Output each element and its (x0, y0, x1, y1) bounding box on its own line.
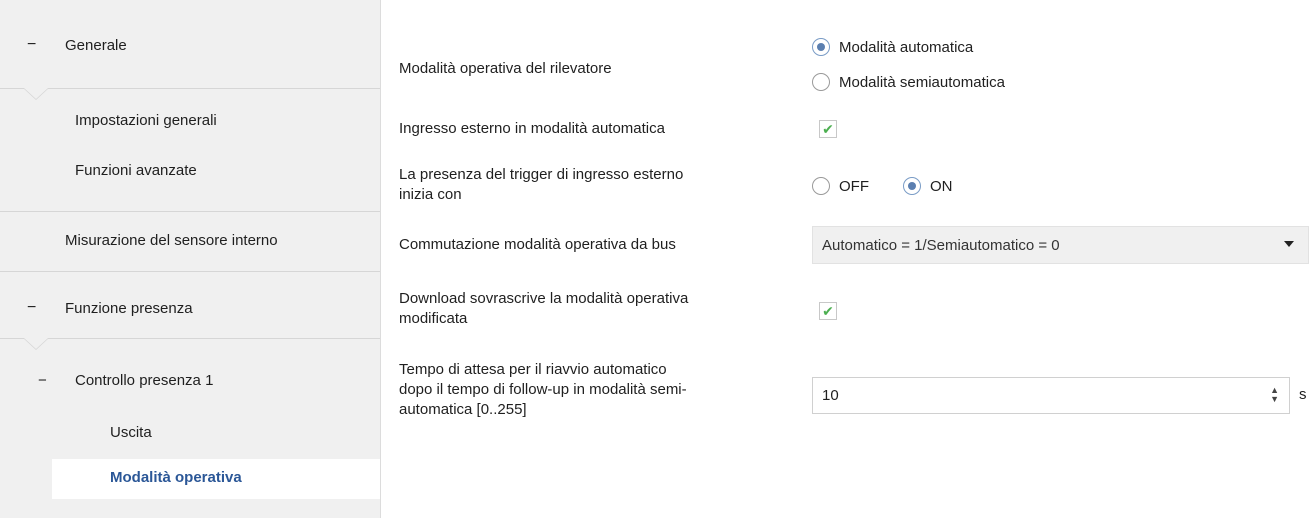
sidebar-item-label: Impostazioni generali (75, 112, 217, 129)
spinner-icon[interactable]: ▲ ▼ (1270, 386, 1279, 404)
unit-label: s (1299, 386, 1307, 403)
label-line: Tempo di attesa per il riavvio automatic… (399, 361, 667, 378)
sidebar-group-funzione-presenza[interactable]: − Funzione presenza (0, 288, 380, 328)
radio-selected-icon[interactable] (903, 177, 921, 195)
sidebar-item-label: Misurazione del sensore interno (65, 232, 278, 249)
commutazione-dropdown[interactable]: Automatico = 1/Semiautomatico = 0 (812, 226, 1309, 264)
label-line: La presenza del trigger di ingresso este… (399, 166, 684, 183)
radio-label: Modalità automatica (839, 38, 974, 56)
radio-selected-icon[interactable] (812, 38, 830, 56)
radio-off[interactable]: OFF (812, 177, 869, 195)
tree-notch (24, 338, 48, 349)
checkmark-icon: ✔ (822, 302, 834, 319)
param-label-trigger: La presenza del trigger di ingresso este… (399, 165, 683, 205)
sidebar-item-modalita-operativa[interactable]: Modalità operativa (52, 459, 380, 499)
divider (0, 338, 380, 339)
chevron-down-icon[interactable] (1284, 241, 1294, 247)
sidebar-item-label: Funzioni avanzate (75, 162, 197, 179)
radio-label: Modalità semiautomatica (839, 73, 1005, 91)
sidebar-item-label: Uscita (110, 424, 152, 441)
sidebar: − Generale Impostazioni generali Funzion… (0, 0, 381, 518)
label-line: inizia con (399, 186, 462, 203)
radio-unselected-icon[interactable] (812, 177, 830, 195)
sidebar-item-label: Funzione presenza (65, 299, 193, 317)
divider (0, 211, 380, 212)
tree-notch (24, 88, 48, 99)
sidebar-group-generale[interactable]: − Generale (0, 22, 380, 68)
checkbox-ingresso-esterno[interactable]: ✔ (819, 120, 837, 138)
radio-unselected-icon[interactable] (812, 73, 830, 91)
divider (0, 271, 380, 272)
label-line: modificata (399, 310, 468, 327)
input-value: 10 (822, 387, 839, 404)
dropdown-value: Automatico = 1/Semiautomatico = 0 (822, 237, 1060, 254)
param-label-download: Download sovrascrive la modalità operati… (399, 289, 688, 329)
collapse-icon[interactable]: − (38, 372, 47, 389)
radio-modalita-semiautomatica[interactable]: Modalità semiautomatica (812, 73, 1005, 91)
label-line: Download sovrascrive la modalità operati… (399, 290, 689, 307)
radio-modalita-automatica[interactable]: Modalità automatica (812, 38, 973, 56)
param-label-rilevatore: Modalità operativa del rilevatore (399, 60, 612, 77)
divider (0, 88, 380, 89)
radio-on[interactable]: ON (903, 177, 953, 195)
label-line: automatica [0..255] (399, 401, 527, 418)
sidebar-item-label: Modalità operativa (110, 469, 242, 486)
tempo-attesa-input[interactable]: 10 ▲ ▼ (812, 377, 1290, 414)
label-line: dopo il tempo di follow-up in modalità s… (399, 381, 687, 398)
collapse-icon[interactable]: − (27, 36, 36, 54)
checkbox-download[interactable]: ✔ (819, 302, 837, 320)
checkmark-icon: ✔ (822, 120, 834, 137)
param-label-commutazione: Commutazione modalità operativa da bus (399, 236, 676, 253)
radio-label: OFF (839, 177, 869, 195)
radio-label: ON (930, 177, 953, 195)
param-label-ingresso-esterno: Ingresso esterno in modalità automatica (399, 120, 665, 137)
sidebar-item-label: Controllo presenza 1 (75, 372, 214, 389)
collapse-icon[interactable]: − (27, 299, 36, 317)
sidebar-item-label: Generale (65, 36, 127, 54)
param-label-tempo-attesa: Tempo di attesa per il riavvio automatic… (399, 360, 687, 420)
